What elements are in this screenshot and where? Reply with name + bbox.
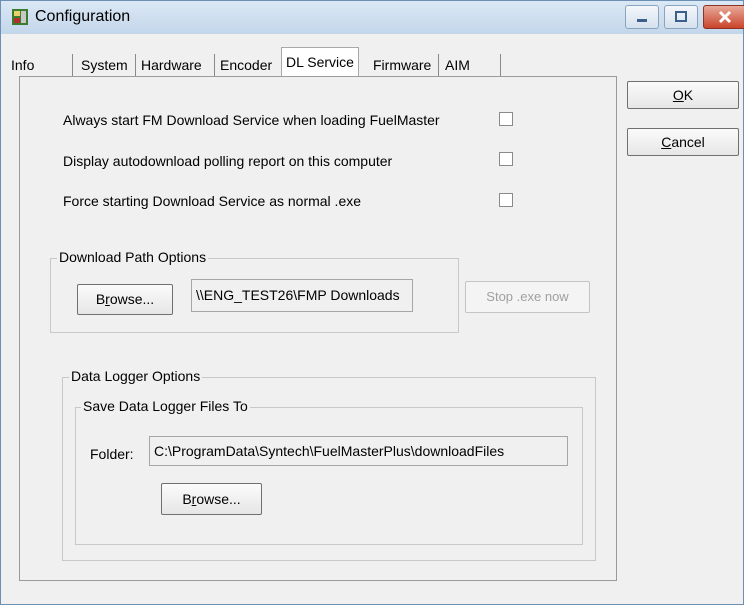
folder-label: Folder:	[90, 446, 134, 462]
minimize-button[interactable]	[625, 5, 659, 29]
browse-label-start: B	[182, 491, 192, 507]
ok-button[interactable]: OK	[627, 81, 739, 109]
tab-dl-service[interactable]: DL Service	[281, 47, 359, 77]
download-path-field[interactable]: \\ENG_TEST26\FMP Downloads	[191, 279, 413, 312]
force-exe-checkbox[interactable]	[499, 193, 513, 207]
always-start-checkbox[interactable]	[499, 112, 513, 126]
display-polling-checkbox[interactable]	[499, 152, 513, 166]
ok-label-rest: K	[683, 87, 694, 103]
minimize-icon	[637, 19, 647, 22]
app-icon	[11, 8, 29, 26]
tab-separator	[500, 54, 501, 76]
tab-hardware[interactable]: Hardware	[141, 52, 202, 78]
ok-mnemonic: O	[672, 87, 684, 103]
tab-separator	[214, 54, 215, 76]
download-path-browse-button[interactable]: Browse...	[77, 284, 173, 315]
tab-firmware[interactable]: Firmware	[373, 52, 431, 78]
always-start-label: Always start FM Download Service when lo…	[63, 112, 440, 128]
close-button[interactable]	[703, 5, 744, 29]
browse-label-end: owse...	[196, 491, 241, 507]
data-logger-browse-button[interactable]: Browse...	[161, 483, 262, 515]
display-polling-label: Display autodownload polling report on t…	[63, 153, 393, 169]
dl-service-panel: Always start FM Download Service when lo…	[19, 76, 617, 581]
tab-aim[interactable]: AIM	[445, 52, 470, 78]
save-files-group	[75, 407, 583, 545]
maximize-button[interactable]	[664, 5, 698, 29]
tab-encoder[interactable]: Encoder	[220, 52, 272, 78]
force-exe-label: Force starting Download Service as norma…	[63, 193, 362, 209]
cancel-mnemonic: C	[661, 134, 672, 150]
cancel-button[interactable]: Cancel	[627, 128, 739, 156]
window-title: Configuration	[35, 8, 131, 25]
tab-separator	[438, 54, 439, 76]
download-path-group-label: Download Path Options	[57, 249, 209, 265]
save-files-group-label: Save Data Logger Files To	[81, 398, 250, 414]
data-logger-group-label: Data Logger Options	[69, 368, 203, 384]
browse-label-end: owse...	[109, 291, 155, 307]
tab-system[interactable]: System	[81, 52, 128, 78]
title-bar[interactable]: Configuration	[1, 1, 744, 34]
maximize-icon	[675, 11, 687, 22]
cancel-label-rest: ancel	[671, 134, 705, 150]
stop-exe-button[interactable]: Stop .exe now	[465, 281, 590, 313]
folder-field[interactable]: C:\ProgramData\Syntech\FuelMasterPlus\do…	[149, 436, 568, 466]
browse-label-start: B	[95, 291, 106, 307]
configuration-window: Configuration Info System Hardware Encod…	[0, 0, 744, 605]
close-icon	[718, 10, 732, 24]
tab-separator	[135, 54, 136, 76]
tab-separator	[72, 54, 73, 76]
tab-info[interactable]: Info	[11, 52, 34, 78]
